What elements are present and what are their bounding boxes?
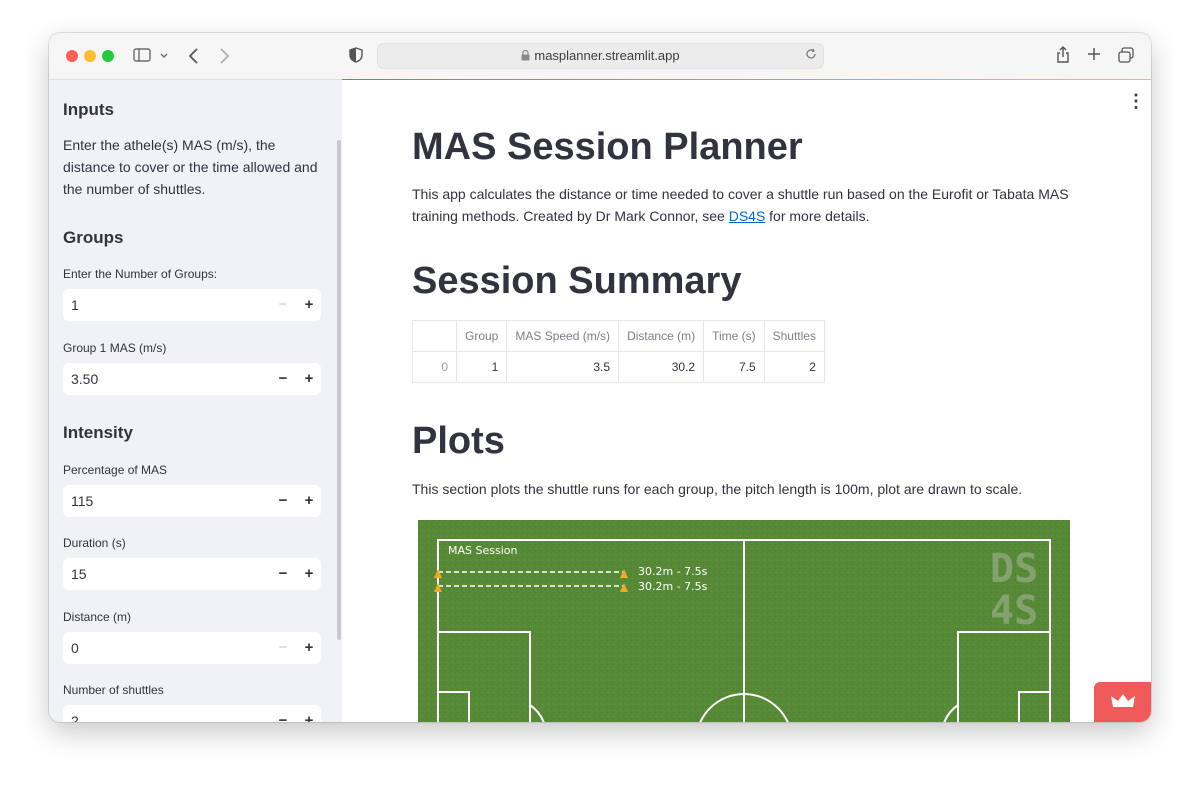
watermark-line-2: 4S xyxy=(990,588,1038,634)
minimize-window-icon[interactable] xyxy=(84,50,96,62)
pct-mas-label: Percentage of MAS xyxy=(63,463,168,477)
table-header-row: Group MAS Speed (m/s) Distance (m) Time … xyxy=(412,320,825,352)
sidebar-inputs-heading: Inputs xyxy=(63,100,114,119)
page-title: MAS Session Planner xyxy=(412,126,803,168)
sidebar-groups-heading: Groups xyxy=(63,228,124,247)
sidebar-scrollbar[interactable] xyxy=(337,140,341,640)
reload-icon[interactable] xyxy=(805,44,817,68)
main-content: ⋮ MAS Session Planner This app calculate… xyxy=(342,80,1151,722)
watermark-line-1: DS xyxy=(990,546,1038,592)
maximize-window-icon[interactable] xyxy=(102,50,114,62)
browser-window: masplanner.streamlit.app Inputs Enter th… xyxy=(49,33,1151,722)
group1-mas-increment-button[interactable]: + xyxy=(297,363,321,395)
time-cell[interactable]: 7.5 xyxy=(703,351,765,383)
mas-speed-cell[interactable]: 3.5 xyxy=(506,351,620,383)
shuttle-plot: MAS Session DS 4S 30.2m - 7.5s 30.2m - 7… xyxy=(418,520,1070,722)
duration-value[interactable]: 15 xyxy=(71,558,87,590)
time-column-header[interactable]: Time (s) xyxy=(703,320,765,352)
group-column-header[interactable]: Group xyxy=(455,320,508,352)
table-row: 0 1 3.5 30.2 7.5 2 xyxy=(412,351,825,383)
intro-paragraph: This app calculates the distance or time… xyxy=(412,183,1092,227)
duration-label: Duration (s) xyxy=(63,536,126,550)
sidebar-intensity-heading: Intensity xyxy=(63,423,133,442)
shuttles-value[interactable]: 2 xyxy=(71,705,79,722)
distance-increment-button[interactable]: + xyxy=(297,632,321,664)
session-summary-heading: Session Summary xyxy=(412,260,742,302)
group1-mas-decrement-button[interactable]: − xyxy=(271,363,295,395)
duration-decrement-button[interactable]: − xyxy=(271,558,295,590)
forward-arrow-icon[interactable] xyxy=(217,47,231,69)
new-tab-icon[interactable] xyxy=(1087,47,1101,65)
group1-mas-label: Group 1 MAS (m/s) xyxy=(63,341,167,355)
back-arrow-icon[interactable] xyxy=(187,47,201,69)
mas-speed-column-header[interactable]: MAS Speed (m/s) xyxy=(506,320,620,352)
num-groups-increment-button[interactable]: + xyxy=(297,289,321,321)
distance-column-header[interactable]: Distance (m) xyxy=(618,320,705,352)
browser-titlebar: masplanner.streamlit.app xyxy=(49,33,1151,80)
pct-mas-value[interactable]: 115 xyxy=(71,485,93,517)
pct-mas-decrement-button[interactable]: − xyxy=(271,485,295,517)
num-groups-input[interactable]: 1 − + xyxy=(63,289,321,321)
sidebar-toggle-icon[interactable] xyxy=(133,47,151,67)
distance-cell[interactable]: 30.2 xyxy=(618,351,705,383)
distance-input[interactable]: 0 − + xyxy=(63,632,321,664)
num-groups-label: Enter the Number of Groups: xyxy=(63,267,218,281)
address-bar[interactable]: masplanner.streamlit.app xyxy=(377,43,824,69)
streamlit-badge-button[interactable] xyxy=(1094,682,1151,722)
tab-overview-icon[interactable] xyxy=(1118,47,1134,67)
run-1-label: 30.2m - 7.5s xyxy=(638,565,708,578)
group1-mas-value[interactable]: 3.50 xyxy=(71,363,98,395)
chevron-down-icon[interactable] xyxy=(159,49,169,65)
shuttles-column-header[interactable]: Shuttles xyxy=(763,320,825,352)
intro-text-end: for more details. xyxy=(765,208,870,224)
crown-icon xyxy=(1111,694,1135,707)
ds4s-link[interactable]: DS4S xyxy=(729,208,766,224)
ds4s-watermark: DS 4S xyxy=(990,546,1038,634)
group-cell[interactable]: 1 xyxy=(455,351,508,383)
app-menu-icon[interactable]: ⋮ xyxy=(1127,92,1145,110)
shuttles-decrement-button[interactable]: − xyxy=(271,705,295,722)
url-text: masplanner.streamlit.app xyxy=(534,48,680,63)
pct-mas-increment-button[interactable]: + xyxy=(297,485,321,517)
distance-value[interactable]: 0 xyxy=(71,632,79,664)
sidebar-inputs-description: Enter the athele(s) MAS (m/s), the dista… xyxy=(63,137,318,197)
duration-increment-button[interactable]: + xyxy=(297,558,321,590)
group1-mas-input[interactable]: 3.50 − + xyxy=(63,363,321,395)
shuttles-input[interactable]: 2 − + xyxy=(63,705,321,722)
shuttles-cell[interactable]: 2 xyxy=(763,351,825,383)
close-window-icon[interactable] xyxy=(66,50,78,62)
distance-label: Distance (m) xyxy=(63,610,132,624)
plots-heading: Plots xyxy=(412,420,505,462)
num-groups-value[interactable]: 1 xyxy=(71,289,79,321)
sidebar: Inputs Enter the athele(s) MAS (m/s), th… xyxy=(49,80,342,722)
index-header[interactable] xyxy=(412,320,457,352)
duration-input[interactable]: 15 − + xyxy=(63,558,321,590)
run-2-label: 30.2m - 7.5s xyxy=(638,580,708,593)
shuttles-label: Number of shuttles xyxy=(63,683,164,697)
plot-title: MAS Session xyxy=(448,544,517,557)
lock-icon xyxy=(521,45,530,69)
num-groups-decrement-button[interactable]: − xyxy=(271,289,295,321)
privacy-shield-icon[interactable] xyxy=(349,47,363,67)
session-summary-table[interactable]: Group MAS Speed (m/s) Distance (m) Time … xyxy=(412,320,825,383)
distance-decrement-button[interactable]: − xyxy=(271,632,295,664)
share-icon[interactable] xyxy=(1056,46,1070,68)
plots-description: This section plots the shuttle runs for … xyxy=(412,481,1023,497)
shuttles-increment-button[interactable]: + xyxy=(297,705,321,722)
pct-mas-input[interactable]: 115 − + xyxy=(63,485,321,517)
row-index-cell[interactable]: 0 xyxy=(412,351,457,383)
